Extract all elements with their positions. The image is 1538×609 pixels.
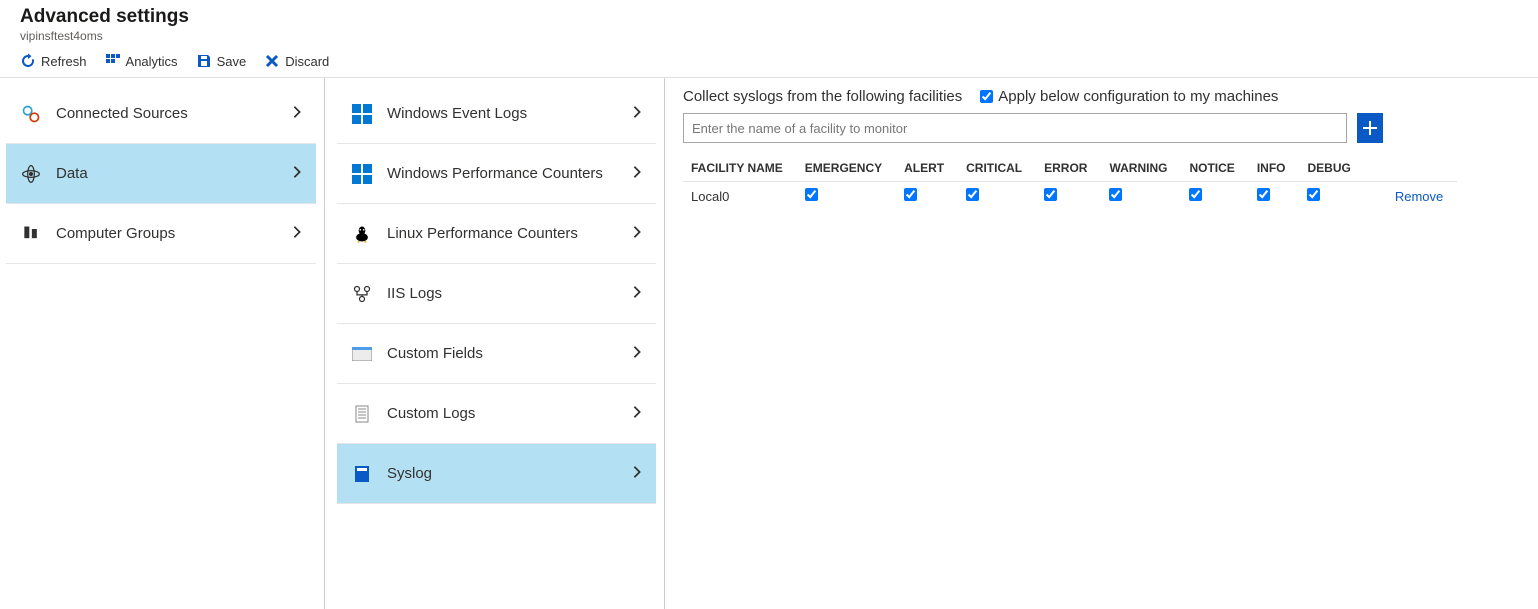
- data-icon: [20, 163, 42, 185]
- chevron-right-icon: [632, 465, 642, 483]
- page-title: Advanced settings: [20, 6, 1518, 28]
- col-facility-name: FACILITY NAME: [683, 157, 797, 182]
- linux-icon: [351, 223, 373, 245]
- nav-windows-event-logs[interactable]: Windows Event Logs: [337, 84, 656, 144]
- chk-emergency[interactable]: [805, 188, 818, 201]
- col-alert: ALERT: [896, 157, 958, 182]
- nav-linux-perf-counters[interactable]: Linux Performance Counters: [337, 204, 656, 264]
- nav-syslog[interactable]: Syslog: [337, 444, 656, 504]
- windows-icon: [351, 163, 373, 185]
- nav-custom-logs[interactable]: Custom Logs: [337, 384, 656, 444]
- col-error: ERROR: [1036, 157, 1101, 182]
- chk-notice[interactable]: [1189, 188, 1202, 201]
- chk-warning[interactable]: [1109, 188, 1122, 201]
- chevron-right-icon: [292, 225, 302, 243]
- nav-connected-sources[interactable]: Connected Sources: [6, 84, 316, 144]
- nav-computer-groups[interactable]: Computer Groups: [6, 204, 316, 264]
- add-facility-button[interactable]: [1357, 113, 1383, 143]
- syslog-panel: Collect syslogs from the following facil…: [664, 78, 1538, 609]
- chk-debug[interactable]: [1307, 188, 1320, 201]
- nav-iis-logs[interactable]: IIS Logs: [337, 264, 656, 324]
- analytics-button[interactable]: Analytics: [105, 53, 178, 69]
- col-debug: DEBUG: [1299, 157, 1364, 182]
- save-icon: [196, 53, 212, 69]
- apply-config-label: Apply below configuration to my machines: [998, 88, 1278, 105]
- data-subcategory-column: Windows Event Logs Windows Performance C…: [324, 78, 664, 609]
- chk-alert[interactable]: [904, 188, 917, 201]
- syslog-icon: [351, 463, 373, 485]
- col-notice: NOTICE: [1181, 157, 1248, 182]
- table-row: Local0 Remove: [683, 182, 1457, 211]
- refresh-button[interactable]: Refresh: [20, 53, 87, 69]
- plus-icon: [1363, 121, 1377, 135]
- windows-icon: [351, 103, 373, 125]
- analytics-icon: [105, 53, 121, 69]
- cell-facility-name: Local0: [683, 182, 797, 211]
- chk-info[interactable]: [1257, 188, 1270, 201]
- col-critical: CRITICAL: [958, 157, 1036, 182]
- chevron-right-icon: [632, 345, 642, 363]
- apply-config-checkbox[interactable]: [980, 90, 993, 103]
- computer-groups-icon: [20, 223, 42, 245]
- nav-custom-fields[interactable]: Custom Fields: [337, 324, 656, 384]
- remove-link[interactable]: Remove: [1395, 189, 1443, 204]
- col-info: INFO: [1249, 157, 1300, 182]
- collect-label: Collect syslogs from the following facil…: [683, 88, 962, 105]
- command-bar: Refresh Analytics Save Discard: [0, 47, 1538, 78]
- col-warning: WARNING: [1101, 157, 1181, 182]
- workspace-name: vipinsftest4oms: [20, 29, 1518, 43]
- category-column: Connected Sources Data Computer Groups: [0, 78, 324, 609]
- nav-windows-perf-counters[interactable]: Windows Performance Counters: [337, 144, 656, 204]
- connected-sources-icon: [20, 103, 42, 125]
- nav-data[interactable]: Data: [6, 144, 316, 204]
- chevron-right-icon: [632, 165, 642, 183]
- discard-icon: [264, 53, 280, 69]
- chevron-right-icon: [632, 285, 642, 303]
- chk-error[interactable]: [1044, 188, 1057, 201]
- chevron-right-icon: [632, 225, 642, 243]
- save-button[interactable]: Save: [196, 53, 247, 69]
- refresh-icon: [20, 53, 36, 69]
- chevron-right-icon: [632, 405, 642, 423]
- custom-logs-icon: [351, 403, 373, 425]
- chevron-right-icon: [292, 165, 302, 183]
- chk-critical[interactable]: [966, 188, 979, 201]
- iis-icon: [351, 283, 373, 305]
- chevron-right-icon: [292, 105, 302, 123]
- facility-name-input[interactable]: [683, 113, 1347, 143]
- discard-button[interactable]: Discard: [264, 53, 329, 69]
- chevron-right-icon: [632, 105, 642, 123]
- custom-fields-icon: [351, 343, 373, 365]
- facilities-table: FACILITY NAME EMERGENCY ALERT CRITICAL E…: [683, 157, 1457, 210]
- col-emergency: EMERGENCY: [797, 157, 896, 182]
